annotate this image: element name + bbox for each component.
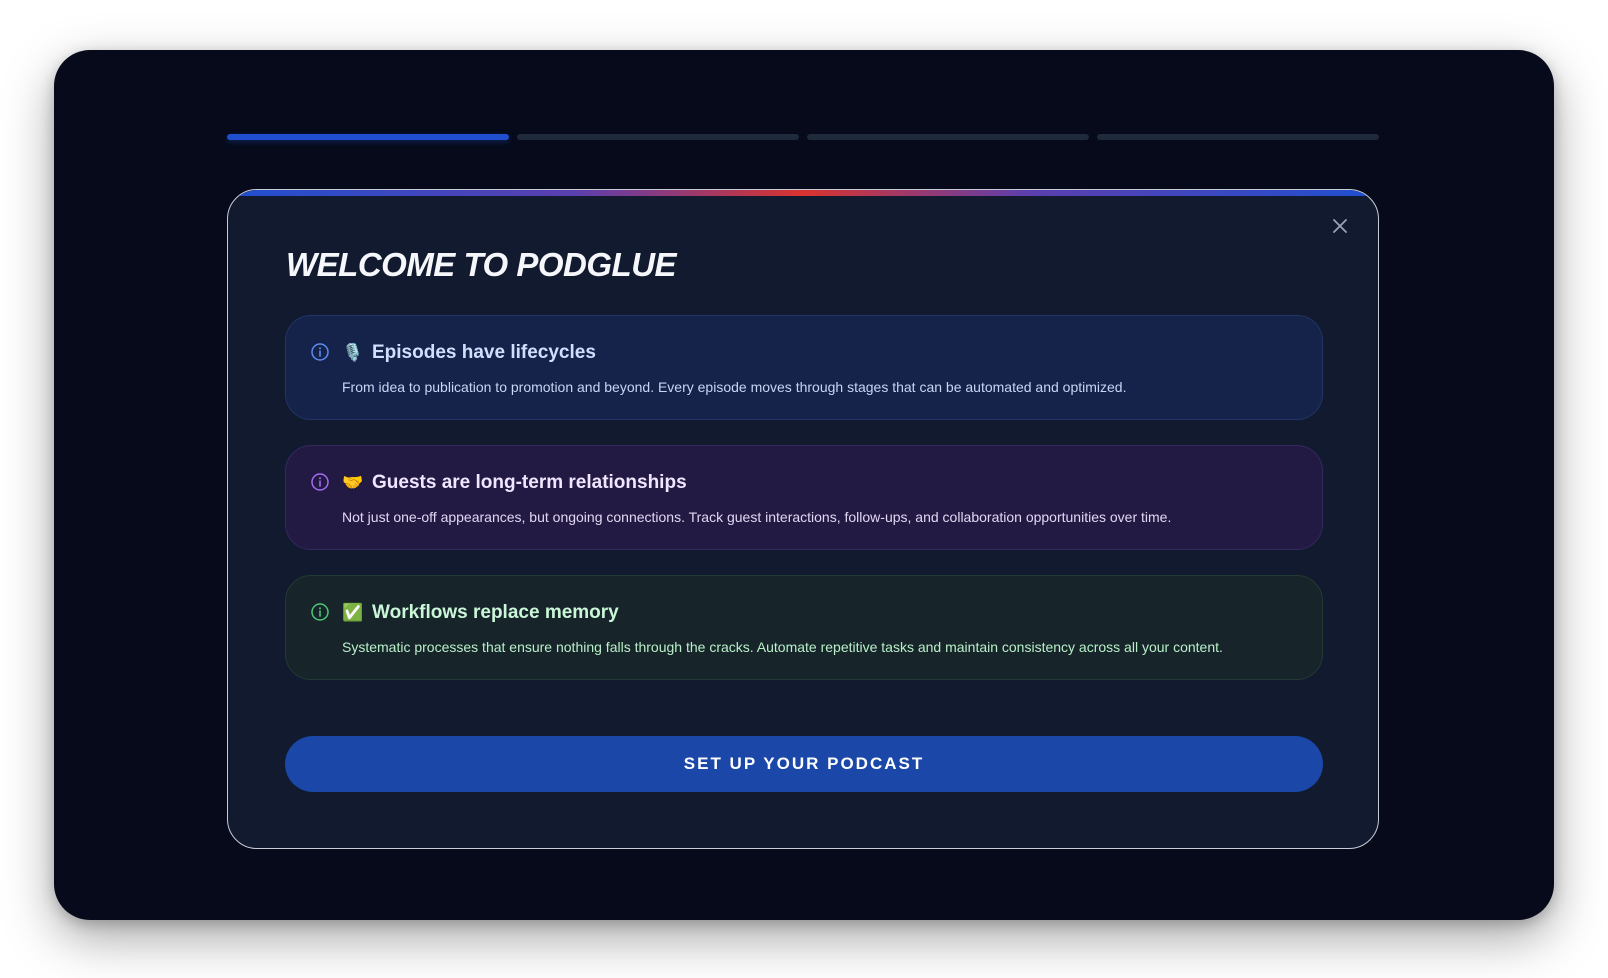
card-heading-text: Episodes have lifecycles — [372, 342, 596, 363]
close-icon — [1333, 219, 1347, 233]
card-description: Not just one-off appearances, but ongoin… — [342, 509, 1172, 525]
app-window: WELCOME TO PODGLUE 🎙️ Episodes have life… — [54, 50, 1554, 920]
card-heading: ✅ Workflows replace memory — [342, 602, 619, 624]
card-heading: 🎙️ Episodes have lifecycles — [342, 342, 596, 364]
card-heading: 🤝 Guests are long-term relationships — [342, 472, 687, 494]
onboarding-progress — [227, 134, 1379, 140]
info-icon — [311, 473, 329, 491]
card-description: Systematic processes that ensure nothing… — [342, 639, 1223, 655]
handshake-icon: 🤝 — [342, 473, 364, 493]
card-heading-text: Guests are long-term relationships — [372, 472, 687, 493]
close-button[interactable] — [1328, 214, 1352, 238]
card-heading-text: Workflows replace memory — [372, 602, 619, 623]
welcome-modal: WELCOME TO PODGLUE 🎙️ Episodes have life… — [227, 189, 1379, 849]
progress-step-2 — [517, 134, 799, 140]
card-guests: 🤝 Guests are long-term relationships Not… — [285, 445, 1323, 550]
progress-step-1 — [227, 134, 509, 140]
card-workflows: ✅ Workflows replace memory Systematic pr… — [285, 575, 1323, 680]
card-episodes: 🎙️ Episodes have lifecycles From idea to… — [285, 315, 1323, 420]
card-description: From idea to publication to promotion an… — [342, 379, 1127, 395]
info-icon — [311, 343, 329, 361]
modal-title: WELCOME TO PODGLUE — [286, 246, 677, 283]
modal-accent-bar — [228, 190, 1378, 196]
info-icon — [311, 603, 329, 621]
microphone-icon: 🎙️ — [342, 343, 364, 363]
check-mark-icon: ✅ — [342, 603, 364, 623]
progress-step-4 — [1097, 134, 1379, 140]
set-up-podcast-button[interactable]: SET UP YOUR PODCAST — [285, 736, 1323, 792]
progress-step-3 — [807, 134, 1089, 140]
